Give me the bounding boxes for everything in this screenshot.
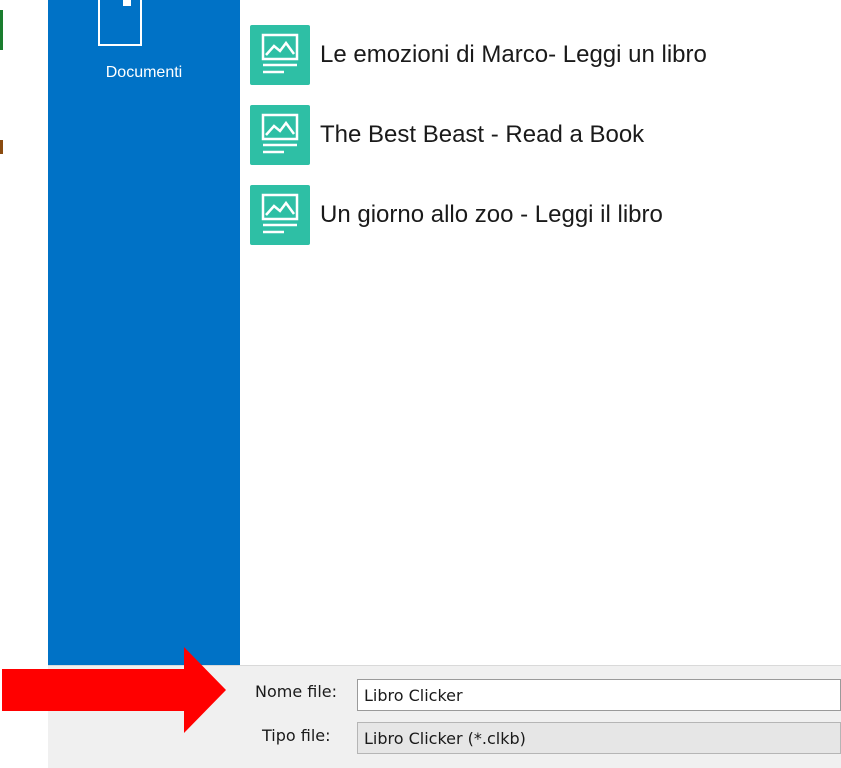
file-name: Le emozioni di Marco- Leggi un libro	[320, 41, 707, 68]
filetype-label: Tipo file:	[262, 726, 331, 745]
background-window-mark	[0, 140, 3, 154]
file-item[interactable]: Un giorno allo zoo - Leggi il libro	[250, 185, 830, 245]
file-name: The Best Beast - Read a Book	[320, 121, 645, 148]
image-document-icon	[250, 185, 310, 245]
sidebar-item-documenti[interactable]: Documenti	[48, 0, 240, 90]
filename-label: Nome file:	[255, 682, 338, 701]
image-document-icon	[250, 25, 310, 85]
red-arrow-icon	[2, 647, 226, 733]
background-window-mark	[0, 10, 3, 50]
file-name: Un giorno allo zoo - Leggi il libro	[320, 201, 663, 228]
sidebar-item-label: Documenti	[105, 64, 183, 81]
file-item[interactable]: Le emozioni di Marco- Leggi un libro	[250, 25, 830, 85]
sidebar: Documenti	[48, 0, 240, 665]
folder-icon	[98, 0, 142, 46]
file-item[interactable]: The Best Beast - Read a Book	[250, 105, 830, 165]
image-document-icon	[250, 105, 310, 165]
filetype-select[interactable]: Libro Clicker (*.clkb)	[357, 722, 841, 754]
filename-input[interactable]: Libro Clicker	[357, 679, 841, 711]
file-list: Le emozioni di Marco- Leggi un libro The…	[240, 0, 841, 665]
